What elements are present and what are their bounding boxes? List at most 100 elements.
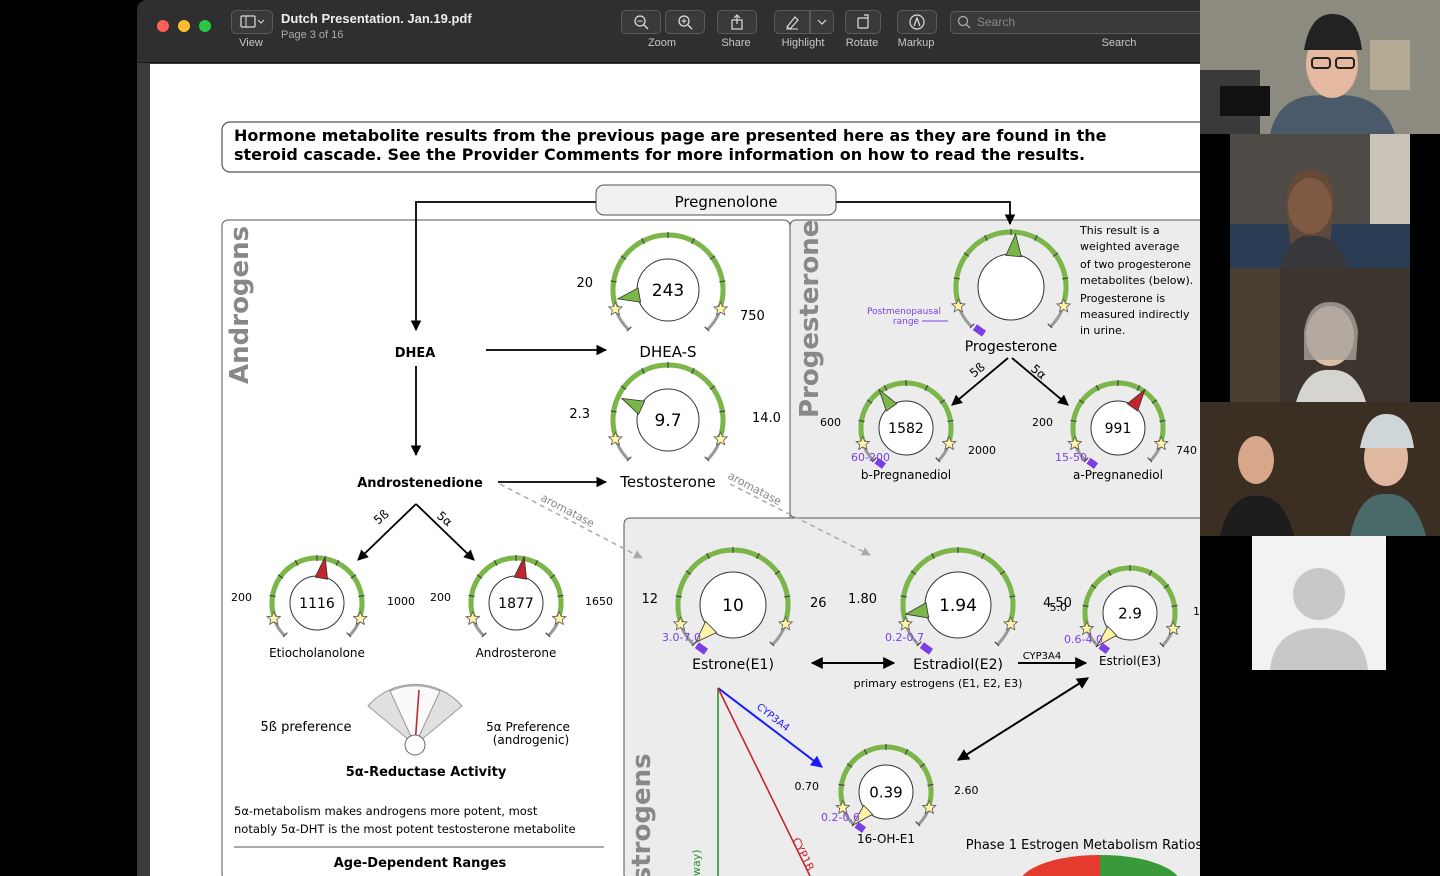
pdf-page[interactable]: Hormone metabolite results from the prev… bbox=[150, 64, 1230, 876]
gauge-estradiol-low-label: 1.80 bbox=[848, 592, 877, 607]
participant-1-video bbox=[1200, 0, 1440, 134]
minimize-button[interactable] bbox=[178, 20, 190, 32]
rotate-icon bbox=[857, 14, 869, 29]
a-pregnanediol-label: a-Pregnanediol bbox=[1073, 468, 1163, 482]
gauge-estrone-value: 10 bbox=[722, 596, 744, 616]
participant-2-video bbox=[1230, 134, 1410, 268]
gauge-estradiol-value: 1.94 bbox=[939, 596, 977, 616]
gauge-a-pregnanediol-high-label: 740 bbox=[1176, 444, 1197, 457]
video-gallery bbox=[1200, 0, 1440, 876]
gauge-b-pregnanediol-high-label: 2000 bbox=[968, 444, 996, 457]
highlight-label: Highlight bbox=[781, 37, 825, 49]
gauge-a-pregnanediol-low-label: 200 bbox=[1032, 416, 1053, 429]
gauge-oh-e1-value: 0.39 bbox=[869, 783, 902, 801]
dheas-label: DHEA-S bbox=[639, 343, 696, 361]
androgens-title: Androgens bbox=[225, 226, 255, 384]
gauge-dheas-low-label: 20 bbox=[576, 276, 593, 291]
zoom-out-button[interactable] bbox=[621, 10, 661, 34]
gauge-oh-e1-postmenopausal-label: 0.2-0.6 bbox=[821, 811, 860, 824]
highlight-button[interactable] bbox=[774, 10, 810, 34]
zoom-in-button[interactable] bbox=[665, 10, 705, 34]
svg-text:of two progesterone: of two progesterone bbox=[1080, 258, 1191, 271]
androstenedione-label: Androstenedione bbox=[357, 476, 483, 491]
participant-3-tile[interactable] bbox=[1230, 268, 1410, 402]
gauge-estriol-postmenopausal-marker bbox=[1098, 642, 1111, 654]
page-indicator: Page 3 of 16 bbox=[281, 29, 344, 41]
progesterone-note: This result is a weighted average of two… bbox=[1079, 224, 1193, 337]
search-input[interactable]: Search bbox=[950, 11, 1222, 34]
gauge-b-pregnanediol-value: 1582 bbox=[888, 421, 924, 437]
rotate-button[interactable] bbox=[845, 10, 881, 34]
estrogens-panel bbox=[623, 517, 1230, 876]
progesterone-label: Progesterone bbox=[965, 339, 1058, 355]
gauge-progesterone-center bbox=[977, 253, 1045, 321]
gauge-testosterone-high-label: 14.0 bbox=[752, 411, 781, 426]
note-line-1: 5α-metabolism makes androgens more poten… bbox=[234, 804, 538, 818]
zoom-in-icon bbox=[678, 15, 693, 30]
svg-text:metabolites (below).: metabolites (below). bbox=[1080, 274, 1193, 287]
way-label: way) bbox=[690, 849, 703, 876]
note-line-2: notably 5α-DHT is the most potent testos… bbox=[234, 822, 576, 836]
phase1-label: Phase 1 Estrogen Metabolism Ratios bbox=[966, 838, 1203, 853]
gauge-dheas-high-label: 750 bbox=[740, 309, 765, 324]
gauge-estriol-low-label: 5.0 bbox=[1050, 601, 1068, 614]
chevron-down-icon bbox=[817, 19, 827, 25]
participant-1-tile[interactable] bbox=[1200, 0, 1440, 134]
cyp3a4-label: CYP3A4 bbox=[1023, 651, 1062, 662]
gauge-androsterone-low-label: 200 bbox=[430, 591, 451, 604]
reductase-label: 5α-Reductase Activity bbox=[346, 765, 507, 780]
markup-button[interactable] bbox=[897, 10, 937, 34]
primary-estrogens-label: primary estrogens (E1, E2, E3) bbox=[854, 677, 1023, 690]
toolbar: View Dutch Presentation. Jan.19.pdf Page… bbox=[137, 0, 1300, 63]
gauge-oh-e1-low-label: 0.70 bbox=[795, 780, 820, 793]
progesterone-title: Progesterone bbox=[795, 220, 825, 418]
age-ranges-label: Age-Dependent Ranges bbox=[334, 856, 507, 871]
share-button[interactable] bbox=[717, 10, 757, 34]
zoom-window-button[interactable] bbox=[199, 20, 211, 32]
gauge-a-pregnanediol-postmenopausal-marker bbox=[1086, 457, 1099, 469]
androsterone-label: Androsterone bbox=[476, 646, 557, 660]
svg-text:measured indirectly: measured indirectly bbox=[1080, 308, 1190, 321]
estrone-label: Estrone(E1) bbox=[692, 657, 774, 673]
gauge-androsterone-value: 1877 bbox=[498, 596, 534, 612]
participant-5-tile[interactable] bbox=[1252, 536, 1386, 670]
gauge-b-pregnanediol-postmenopausal-label: 60-200 bbox=[851, 451, 890, 464]
gauge-etiocholanolone-value: 1116 bbox=[299, 596, 335, 612]
gauge-testosterone-low-label: 2.3 bbox=[569, 407, 590, 422]
participant-4-tile[interactable] bbox=[1200, 402, 1440, 536]
gauge-oh-e1-postmenopausal-marker bbox=[854, 821, 867, 833]
gauge-estradiol-postmenopausal-label: 0.2-0.7 bbox=[885, 631, 924, 644]
estriol-label: Estriol(E3) bbox=[1099, 654, 1161, 668]
gauge-estriol-value: 2.9 bbox=[1118, 604, 1142, 622]
view-button[interactable] bbox=[231, 10, 273, 34]
close-button[interactable] bbox=[157, 20, 169, 32]
search-icon bbox=[957, 15, 971, 29]
gauge-androsterone-high-label: 1650 bbox=[585, 595, 613, 608]
svg-text:in urine.: in urine. bbox=[1080, 324, 1125, 337]
highlight-menu-button[interactable] bbox=[810, 10, 834, 34]
gauge-etiocholanolone-high-label: 1000 bbox=[387, 595, 415, 608]
participant-3-video bbox=[1230, 268, 1410, 402]
pregnenolone-label: Pregnenolone bbox=[675, 193, 778, 211]
participant-4-video bbox=[1200, 402, 1440, 536]
zoom-out-icon bbox=[634, 15, 649, 30]
gauge-estrone-postmenopausal-label: 3.0-7.0 bbox=[662, 631, 701, 644]
zoom-label: Zoom bbox=[647, 37, 677, 49]
postmenopausal-range-label: range bbox=[893, 317, 920, 327]
pref-alpha-label: 5α Preference bbox=[486, 720, 570, 734]
highlighter-icon bbox=[786, 16, 799, 30]
gauge-b-pregnanediol-low-label: 600 bbox=[820, 416, 841, 429]
preview-window: View Dutch Presentation. Jan.19.pdf Page… bbox=[137, 0, 1300, 876]
gauge-dheas-value: 243 bbox=[652, 281, 684, 301]
participant-2-tile[interactable] bbox=[1230, 134, 1410, 268]
header-line-1: Hormone metabolite results from the prev… bbox=[234, 126, 1107, 145]
svg-text:This result is a: This result is a bbox=[1079, 224, 1160, 237]
gauge-estrone-low-label: 12 bbox=[641, 592, 658, 607]
gauge-estriol-postmenopausal-label: 0.6-4.0 bbox=[1064, 633, 1103, 646]
sidebar-icon bbox=[240, 15, 265, 28]
estradiol-label: Estradiol(E2) bbox=[913, 657, 1003, 673]
markup-label: Markup bbox=[897, 37, 935, 49]
search-label: Search bbox=[1101, 37, 1137, 49]
gauge-oh-e1-high-label: 2.60 bbox=[954, 784, 979, 797]
testosterone-label: Testosterone bbox=[619, 473, 715, 491]
